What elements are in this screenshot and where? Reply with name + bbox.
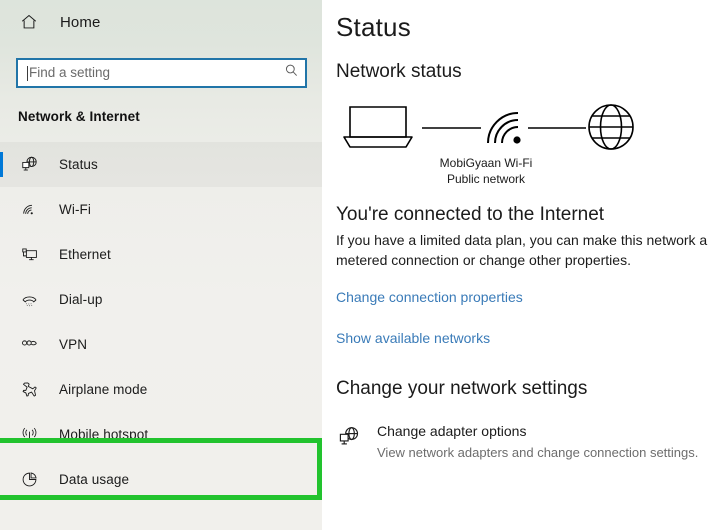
selection-indicator [0, 152, 3, 177]
sidebar-section-title: Network & Internet [18, 109, 140, 124]
search-input[interactable]: Find a setting [16, 58, 307, 88]
text-caret [27, 65, 28, 81]
network-name: MobiGyaan Wi-Fi [439, 156, 533, 170]
sidebar: Home Find a setting Network & Internet S… [0, 0, 322, 530]
home-icon [18, 11, 40, 33]
setting-title: Change adapter options [377, 423, 527, 439]
sidebar-item-vpn[interactable]: VPN [0, 322, 322, 367]
change-connection-properties-link[interactable]: Change connection properties [336, 289, 719, 305]
sidebar-item-ethernet[interactable]: Ethernet [0, 232, 322, 277]
pie-chart-icon [18, 469, 40, 491]
globe-monitor-icon [18, 154, 40, 176]
sidebar-item-home-label: Home [60, 13, 101, 31]
wifi-icon [487, 112, 521, 144]
network-diagram [336, 97, 636, 155]
hotspot-icon [18, 424, 40, 446]
globe-monitor-icon [336, 424, 362, 450]
sidebar-item-mobile-hotspot[interactable]: Mobile hotspot [0, 412, 322, 457]
sidebar-item-airplane-mode-label: Airplane mode [59, 382, 148, 397]
laptop-icon [343, 106, 413, 148]
sidebar-item-data-usage[interactable]: Data usage [0, 457, 322, 502]
show-available-networks-link[interactable]: Show available networks [336, 330, 719, 346]
search-placeholder: Find a setting [29, 65, 111, 81]
telephone-icon [18, 289, 40, 311]
connected-heading: You're connected to the Internet [336, 204, 605, 225]
sidebar-item-dial-up[interactable]: Dial-up [0, 277, 322, 322]
sidebar-item-home[interactable]: Home [0, 0, 322, 44]
sidebar-item-mobile-hotspot-label: Mobile hotspot [59, 427, 149, 442]
sidebar-item-data-usage-label: Data usage [59, 472, 130, 487]
sidebar-item-wi-fi-label: Wi-Fi [59, 202, 91, 217]
sidebar-item-status[interactable]: Status [0, 142, 322, 187]
wifi-icon [18, 199, 40, 221]
setting-change-adapter-options[interactable]: Change adapter options View network adap… [336, 422, 719, 462]
setting-subtitle: View network adapters and change connect… [377, 445, 699, 460]
connected-description: If you have a limited data plan, you can… [336, 232, 712, 268]
change-settings-heading: Change your network settings [336, 378, 588, 399]
search-icon[interactable] [284, 63, 299, 83]
globe-icon [588, 104, 634, 150]
sidebar-item-dial-up-label: Dial-up [59, 292, 103, 307]
sidebar-item-wi-fi[interactable]: Wi-Fi [0, 187, 322, 232]
airplane-icon [18, 379, 40, 401]
settings-window: Home Find a setting Network & Internet S… [0, 0, 719, 530]
ethernet-icon [18, 244, 40, 266]
setting-text: Change adapter options View network adap… [377, 422, 698, 462]
sidebar-nav: Status Wi-Fi Ethernet Dial-up VPN Airpla… [0, 142, 322, 502]
sidebar-item-vpn-label: VPN [59, 337, 88, 352]
main-content: Status Network status MobiGyaan Wi-Fi Pu… [322, 0, 719, 530]
network-type: Public network [446, 172, 526, 186]
sidebar-item-ethernet-label: Ethernet [59, 247, 111, 262]
page-title: Status [336, 12, 411, 42]
sidebar-item-status-label: Status [59, 157, 98, 172]
network-status-heading: Network status [336, 61, 462, 82]
sidebar-item-airplane-mode[interactable]: Airplane mode [0, 367, 322, 412]
vpn-icon [18, 334, 40, 356]
